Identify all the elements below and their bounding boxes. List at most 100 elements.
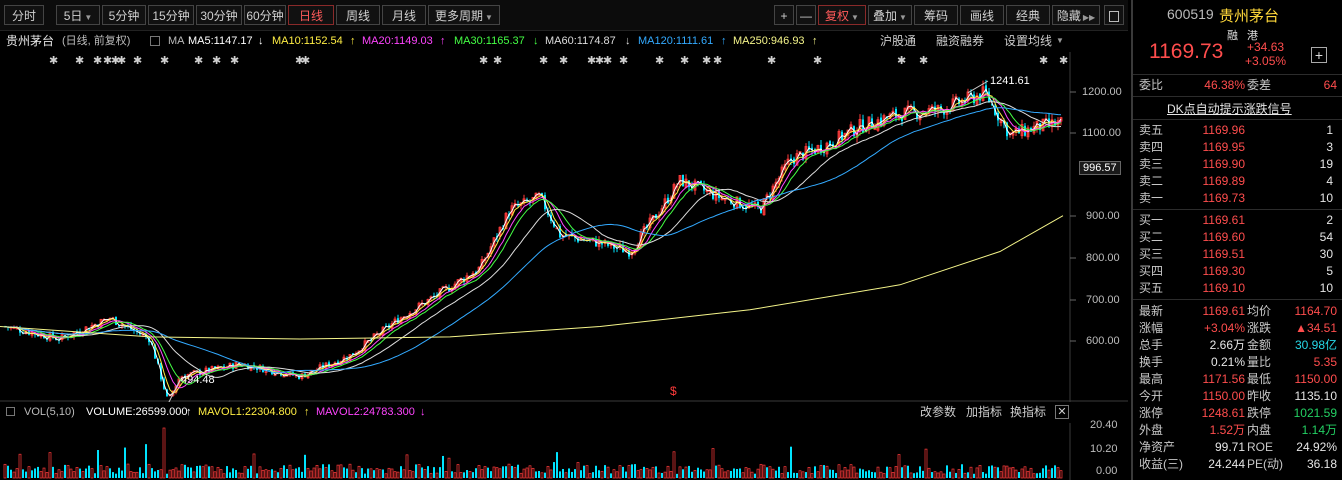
- volume-bar: [328, 464, 330, 478]
- close-icon[interactable]: ✕: [1055, 405, 1069, 419]
- candlestick-chart[interactable]: ✱ ✱ ✱ ✱✱✱ ✱ ✱ ✱ ✱ ✱ ✱✱ ✱ ✱ ✱ ✱ ✱✱✱ ✱ ✱ ✱ ✱ ✱ ✱ ✱ ✱ ✱ ✱ ✱: [0, 52, 1128, 402]
- chips-button[interactable]: 筹码: [914, 5, 958, 25]
- zoom-out-button[interactable]: —: [796, 5, 816, 25]
- signal-star-icon: ✱: [813, 54, 822, 67]
- vol-tick: 20.40: [1090, 419, 1118, 431]
- ask-row[interactable]: 卖四 1169.95 3: [1139, 139, 1339, 156]
- volume-bar: [793, 472, 795, 478]
- period-button-more-label: 更多周期: [435, 9, 484, 23]
- moving-average-line: [4, 94, 1062, 389]
- settings-toggle-icon[interactable]: [6, 407, 15, 416]
- ask-row[interactable]: 卖一 1169.73 10: [1139, 190, 1339, 207]
- volume-bar: [949, 471, 951, 478]
- period-button-5day[interactable]: 5日 ▼: [56, 5, 100, 25]
- period-button-intraday[interactable]: 分时: [4, 5, 44, 25]
- stat-value: ▲34.51: [1295, 321, 1337, 335]
- dk-signal-link[interactable]: DK点自动提示涨跌信号: [1167, 100, 1292, 117]
- stat-value: 30.98亿: [1294, 338, 1337, 352]
- collapse-panel-button[interactable]: [1104, 5, 1124, 25]
- stock-name: 贵州茅台: [6, 34, 55, 48]
- candle-body: [895, 108, 897, 118]
- volume-bar: [192, 471, 196, 479]
- volume-bar: [487, 467, 489, 478]
- period-button-weekly[interactable]: 周线: [336, 5, 380, 25]
- volume-bar: [879, 471, 883, 479]
- bid-row[interactable]: 买三 1169.51 30: [1139, 246, 1339, 263]
- stat-label: 最低: [1247, 372, 1272, 386]
- volume-bar: [625, 471, 627, 478]
- ask-price: 1169.96: [1202, 123, 1246, 137]
- signal-star-icon: ✱: [75, 54, 84, 67]
- hide-button[interactable]: 隐藏 ▶▶: [1052, 5, 1100, 25]
- draw-line-button[interactable]: 画线: [960, 5, 1004, 25]
- period-button-daily[interactable]: 日线: [288, 5, 334, 25]
- volume-bar: [985, 473, 987, 478]
- add-indicator-button[interactable]: 加指标: [966, 403, 1002, 421]
- volume-bar: [291, 469, 295, 479]
- ask-row[interactable]: 卖五 1169.96 1: [1139, 122, 1339, 139]
- margin-trading-link[interactable]: 融资融券: [936, 31, 984, 51]
- bid-row[interactable]: 买二 1169.60 54: [1139, 229, 1339, 246]
- volume-bar: [825, 465, 829, 479]
- volume-bar: [39, 471, 43, 479]
- dividend-marker[interactable]: $: [670, 384, 677, 398]
- volume-bar: [538, 470, 540, 478]
- bid-price: 1169.51: [1202, 247, 1246, 261]
- volume-info-bar: VOL(5,10) VOLUME:26599.000 ↑ MAVOL1:2230…: [0, 403, 1128, 421]
- volume-bar: [90, 468, 94, 479]
- add-watchlist-button[interactable]: +: [1311, 47, 1327, 63]
- volume-bar: [525, 467, 529, 479]
- volume-bar: [498, 468, 502, 479]
- volume-bar: [688, 465, 690, 478]
- ma-settings-link[interactable]: 设置均线: [1004, 31, 1052, 51]
- volume-bar: [295, 468, 297, 478]
- volume-chart[interactable]: [0, 423, 1128, 480]
- stat-row: 今开 1150.00 昨收 1135.10: [1139, 388, 1339, 405]
- period-button-more[interactable]: 更多周期 ▼: [428, 5, 500, 25]
- stat-label: 涨停: [1139, 406, 1164, 420]
- signal-star-icon: ✱: [539, 54, 548, 67]
- volume-bar: [823, 465, 825, 478]
- bid-row[interactable]: 买四 1169.30 5: [1139, 263, 1339, 280]
- volume-bar: [333, 471, 337, 479]
- volume-bar: [933, 471, 937, 479]
- hk-connect-link[interactable]: 沪股通: [880, 31, 916, 51]
- volume-bar: [961, 464, 963, 478]
- moving-average-line: [4, 96, 1062, 385]
- ask-row[interactable]: 卖二 1169.89 4: [1139, 173, 1339, 190]
- volume-bar: [57, 469, 61, 479]
- volume-bar: [988, 466, 990, 478]
- settings-toggle-icon[interactable]: [150, 36, 160, 46]
- bid-row[interactable]: 买一 1169.61 2: [1139, 212, 1339, 229]
- adjust-button[interactable]: 复权 ▼: [818, 5, 866, 25]
- bid-row[interactable]: 买五 1169.10 10: [1139, 280, 1339, 297]
- period-button-monthly[interactable]: 月线: [382, 5, 426, 25]
- chart-mode: (日线, 前复权): [62, 35, 131, 47]
- volume-bar: [483, 466, 487, 479]
- volume-bar: [99, 465, 103, 479]
- volume-bar: [145, 444, 147, 478]
- volume-bar: [927, 467, 931, 479]
- overlay-button[interactable]: 叠加 ▼: [868, 5, 912, 25]
- period-button-30min[interactable]: 30分钟: [196, 5, 242, 25]
- volume-bar: [849, 464, 853, 479]
- period-button-15min[interactable]: 15分钟: [148, 5, 194, 25]
- period-button-5min[interactable]: 5分钟: [102, 5, 146, 25]
- zoom-in-button[interactable]: +: [774, 5, 794, 25]
- ask-row[interactable]: 卖三 1169.90 19: [1139, 156, 1339, 173]
- bid-label: 买五: [1139, 281, 1164, 295]
- volume-bar: [771, 468, 775, 479]
- edit-params-button[interactable]: 改参数: [920, 403, 956, 421]
- stat-value: 5.35: [1313, 355, 1337, 369]
- volume-bar: [643, 466, 645, 478]
- volume-bar: [726, 470, 730, 479]
- volume-bar: [682, 469, 684, 478]
- swap-indicator-button[interactable]: 换指标: [1010, 403, 1046, 421]
- volume-bar: [393, 471, 397, 479]
- hide-button-label: 隐藏: [1056, 9, 1081, 23]
- stat-label: 跌停: [1247, 406, 1272, 420]
- volume-bar: [676, 473, 678, 478]
- last-price: 1169.73: [1149, 40, 1224, 63]
- classic-button[interactable]: 经典: [1006, 5, 1050, 25]
- period-button-60min[interactable]: 60分钟: [244, 5, 286, 25]
